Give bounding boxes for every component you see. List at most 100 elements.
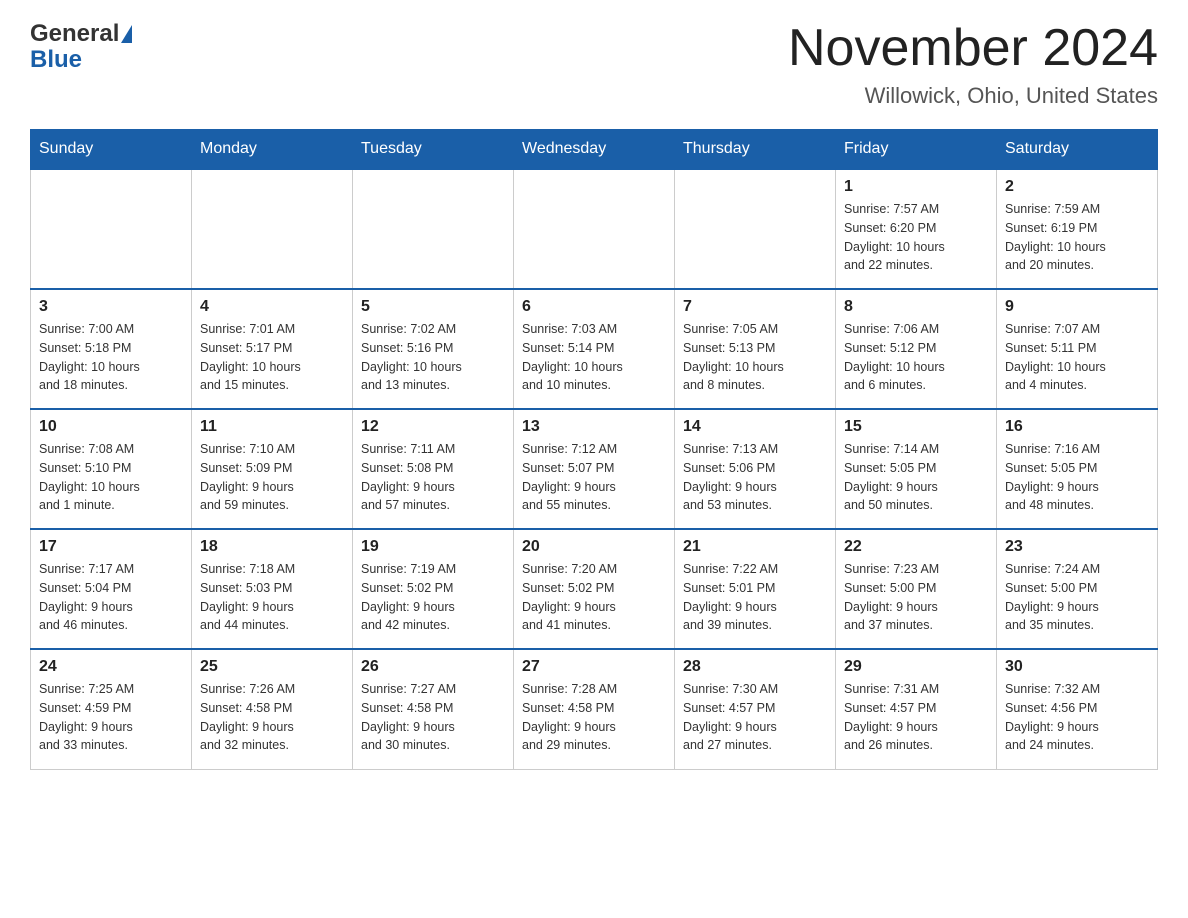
calendar-cell: 14 Sunrise: 7:13 AM Sunset: 5:06 PM Dayli… <box>675 409 836 529</box>
day-number: 29 <box>844 658 988 676</box>
calendar-cell: 19 Sunrise: 7:19 AM Sunset: 5:02 PM Dayli… <box>353 529 514 649</box>
weekday-header-saturday: Saturday <box>997 130 1158 170</box>
day-number: 1 <box>844 178 988 196</box>
weekday-header-row: SundayMondayTuesdayWednesdayThursdayFrid… <box>31 130 1158 170</box>
calendar-cell: 20Sunrise: 7:20 AM Sunset: 5:02 PM Dayli… <box>514 529 675 649</box>
logo: General Blue <box>30 20 132 72</box>
day-info: Sunrise: 7:07 AM Sunset: 5:11 PM Dayligh… <box>1005 320 1149 395</box>
day-number: 21 <box>683 538 827 556</box>
logo-general-text: General <box>30 20 119 48</box>
calendar-cell: 5 Sunrise: 7:02 AM Sunset: 5:16 PM Daylig… <box>353 289 514 409</box>
calendar-table: SundayMondayTuesdayWednesdayThursdayFrid… <box>30 129 1158 770</box>
day-info: Sunrise: 7:25 AM Sunset: 4:59 PM Dayligh… <box>39 680 183 755</box>
day-info: Sunrise: 7:06 AM Sunset: 5:12 PM Dayligh… <box>844 320 988 395</box>
day-info: Sunrise: 7:31 AM Sunset: 4:57 PM Dayligh… <box>844 680 988 755</box>
day-number: 22 <box>844 538 988 556</box>
calendar-cell: 8 Sunrise: 7:06 AM Sunset: 5:12 PM Daylig… <box>836 289 997 409</box>
calendar-cell: 30 Sunrise: 7:32 AM Sunset: 4:56 PM Dayli… <box>997 649 1158 769</box>
calendar-cell: 21 Sunrise: 7:22 AM Sunset: 5:01 PM Dayli… <box>675 529 836 649</box>
weekday-header-thursday: Thursday <box>675 130 836 170</box>
calendar-cell: 11 Sunrise: 7:10 AM Sunset: 5:09 PM Dayli… <box>192 409 353 529</box>
day-number: 10 <box>39 418 183 436</box>
day-number: 9 <box>1005 298 1149 316</box>
logo-blue-text: Blue <box>30 48 82 72</box>
calendar-cell: 23Sunrise: 7:24 AM Sunset: 5:00 PM Dayli… <box>997 529 1158 649</box>
calendar-week-row: 17 Sunrise: 7:17 AM Sunset: 5:04 PM Dayli… <box>31 529 1158 649</box>
day-info: Sunrise: 7:32 AM Sunset: 4:56 PM Dayligh… <box>1005 680 1149 755</box>
calendar-cell <box>192 169 353 289</box>
day-info: Sunrise: 7:10 AM Sunset: 5:09 PM Dayligh… <box>200 440 344 515</box>
day-number: 26 <box>361 658 505 676</box>
day-info: Sunrise: 7:28 AM Sunset: 4:58 PM Dayligh… <box>522 680 666 755</box>
day-info: Sunrise: 7:26 AM Sunset: 4:58 PM Dayligh… <box>200 680 344 755</box>
calendar-cell: 6 Sunrise: 7:03 AM Sunset: 5:14 PM Daylig… <box>514 289 675 409</box>
day-info: Sunrise: 7:20 AM Sunset: 5:02 PM Dayligh… <box>522 560 666 635</box>
day-info: Sunrise: 7:22 AM Sunset: 5:01 PM Dayligh… <box>683 560 827 635</box>
day-number: 16 <box>1005 418 1149 436</box>
day-number: 14 <box>683 418 827 436</box>
day-number: 28 <box>683 658 827 676</box>
day-info: Sunrise: 7:14 AM Sunset: 5:05 PM Dayligh… <box>844 440 988 515</box>
day-info: Sunrise: 7:13 AM Sunset: 5:06 PM Dayligh… <box>683 440 827 515</box>
calendar-cell: 22 Sunrise: 7:23 AM Sunset: 5:00 PM Dayli… <box>836 529 997 649</box>
day-number: 7 <box>683 298 827 316</box>
day-number: 24 <box>39 658 183 676</box>
calendar-cell: 15 Sunrise: 7:14 AM Sunset: 5:05 PM Dayli… <box>836 409 997 529</box>
day-number: 27 <box>522 658 666 676</box>
day-info: Sunrise: 7:19 AM Sunset: 5:02 PM Dayligh… <box>361 560 505 635</box>
weekday-header-tuesday: Tuesday <box>353 130 514 170</box>
calendar-week-row: 1Sunrise: 7:57 AM Sunset: 6:20 PM Daylig… <box>31 169 1158 289</box>
calendar-cell: 16Sunrise: 7:16 AM Sunset: 5:05 PM Dayli… <box>997 409 1158 529</box>
day-info: Sunrise: 7:17 AM Sunset: 5:04 PM Dayligh… <box>39 560 183 635</box>
day-number: 11 <box>200 418 344 436</box>
day-info: Sunrise: 7:11 AM Sunset: 5:08 PM Dayligh… <box>361 440 505 515</box>
day-info: Sunrise: 7:59 AM Sunset: 6:19 PM Dayligh… <box>1005 200 1149 275</box>
calendar-cell <box>353 169 514 289</box>
calendar-cell: 10Sunrise: 7:08 AM Sunset: 5:10 PM Dayli… <box>31 409 192 529</box>
day-number: 8 <box>844 298 988 316</box>
calendar-cell: 28Sunrise: 7:30 AM Sunset: 4:57 PM Dayli… <box>675 649 836 769</box>
calendar-week-row: 3Sunrise: 7:00 AM Sunset: 5:18 PM Daylig… <box>31 289 1158 409</box>
day-number: 2 <box>1005 178 1149 196</box>
title-block: November 2024 Willowick, Ohio, United St… <box>788 20 1158 109</box>
day-info: Sunrise: 7:05 AM Sunset: 5:13 PM Dayligh… <box>683 320 827 395</box>
weekday-header-sunday: Sunday <box>31 130 192 170</box>
day-number: 4 <box>200 298 344 316</box>
calendar-cell: 27 Sunrise: 7:28 AM Sunset: 4:58 PM Dayli… <box>514 649 675 769</box>
day-info: Sunrise: 7:23 AM Sunset: 5:00 PM Dayligh… <box>844 560 988 635</box>
day-number: 15 <box>844 418 988 436</box>
day-info: Sunrise: 7:12 AM Sunset: 5:07 PM Dayligh… <box>522 440 666 515</box>
day-info: Sunrise: 7:24 AM Sunset: 5:00 PM Dayligh… <box>1005 560 1149 635</box>
calendar-title: November 2024 <box>788 20 1158 77</box>
day-info: Sunrise: 7:18 AM Sunset: 5:03 PM Dayligh… <box>200 560 344 635</box>
calendar-subtitle: Willowick, Ohio, United States <box>788 83 1158 109</box>
day-number: 30 <box>1005 658 1149 676</box>
calendar-cell: 25 Sunrise: 7:26 AM Sunset: 4:58 PM Dayli… <box>192 649 353 769</box>
day-number: 18 <box>200 538 344 556</box>
day-info: Sunrise: 7:27 AM Sunset: 4:58 PM Dayligh… <box>361 680 505 755</box>
day-info: Sunrise: 7:00 AM Sunset: 5:18 PM Dayligh… <box>39 320 183 395</box>
day-number: 19 <box>361 538 505 556</box>
calendar-cell: 29 Sunrise: 7:31 AM Sunset: 4:57 PM Dayli… <box>836 649 997 769</box>
day-info: Sunrise: 7:01 AM Sunset: 5:17 PM Dayligh… <box>200 320 344 395</box>
calendar-cell <box>31 169 192 289</box>
calendar-cell: 4 Sunrise: 7:01 AM Sunset: 5:17 PM Daylig… <box>192 289 353 409</box>
weekday-header-wednesday: Wednesday <box>514 130 675 170</box>
day-number: 5 <box>361 298 505 316</box>
calendar-cell: 18 Sunrise: 7:18 AM Sunset: 5:03 PM Dayli… <box>192 529 353 649</box>
day-number: 6 <box>522 298 666 316</box>
day-number: 25 <box>200 658 344 676</box>
calendar-cell <box>514 169 675 289</box>
calendar-cell: 26 Sunrise: 7:27 AM Sunset: 4:58 PM Dayli… <box>353 649 514 769</box>
calendar-cell: 1Sunrise: 7:57 AM Sunset: 6:20 PM Daylig… <box>836 169 997 289</box>
day-info: Sunrise: 7:02 AM Sunset: 5:16 PM Dayligh… <box>361 320 505 395</box>
calendar-cell: 2 Sunrise: 7:59 AM Sunset: 6:19 PM Daylig… <box>997 169 1158 289</box>
day-number: 17 <box>39 538 183 556</box>
weekday-header-friday: Friday <box>836 130 997 170</box>
calendar-cell: 17 Sunrise: 7:17 AM Sunset: 5:04 PM Dayli… <box>31 529 192 649</box>
day-info: Sunrise: 7:03 AM Sunset: 5:14 PM Dayligh… <box>522 320 666 395</box>
calendar-cell: 24 Sunrise: 7:25 AM Sunset: 4:59 PM Dayli… <box>31 649 192 769</box>
weekday-header-monday: Monday <box>192 130 353 170</box>
logo-triangle-icon <box>121 25 132 43</box>
day-number: 13 <box>522 418 666 436</box>
